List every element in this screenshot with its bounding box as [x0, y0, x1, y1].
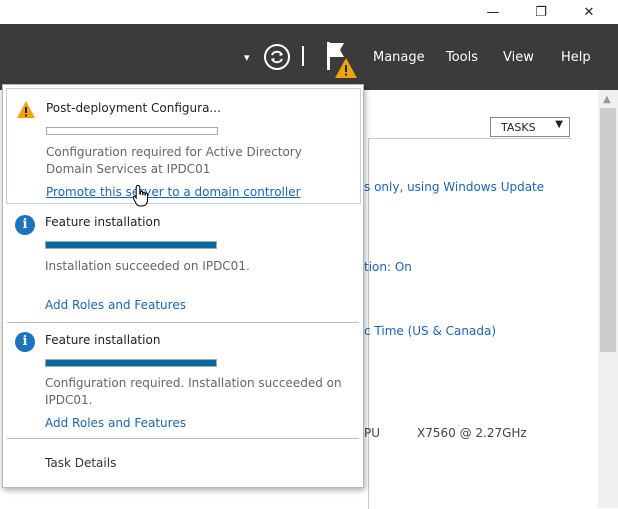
- add-roles-features-link[interactable]: Add Roles and Features: [45, 298, 186, 312]
- toolbar-divider: [302, 46, 304, 66]
- hand-cursor-icon: [132, 184, 148, 207]
- notification-post-deployment: Post-deployment Configura... Configurati…: [6, 88, 361, 204]
- menu-manage[interactable]: Manage: [373, 50, 425, 65]
- notification-description: Configuration required. Installation suc…: [45, 376, 342, 407]
- minimize-button[interactable]: —: [470, 0, 516, 24]
- promote-domain-controller-link[interactable]: Promote this server to a domain controll…: [46, 185, 301, 199]
- task-details-link[interactable]: Task Details: [45, 456, 116, 470]
- dropdown-arrow-icon[interactable]: ▾: [244, 51, 250, 64]
- notification-title: Post-deployment Configura...: [46, 101, 221, 115]
- vertical-scrollbar[interactable]: ▲: [598, 90, 618, 508]
- notification-title: Feature installation: [45, 215, 161, 229]
- warning-icon: [17, 101, 35, 118]
- processor-value: X7560 @ 2.27GHz: [417, 426, 527, 440]
- divider: [7, 322, 359, 323]
- info-icon: i: [15, 215, 35, 235]
- menu-view[interactable]: View: [503, 50, 534, 65]
- divider: [7, 438, 359, 439]
- scrollbar-thumb[interactable]: [600, 108, 616, 352]
- info-icon: i: [15, 332, 35, 352]
- progress-bar: [45, 359, 217, 367]
- time-zone-link[interactable]: c Time (US & Canada): [364, 324, 496, 338]
- tasks-dropdown[interactable]: TASKS ▼: [490, 117, 570, 137]
- chevron-down-icon: ▼: [555, 119, 563, 130]
- flag-warning-icon[interactable]: [322, 40, 360, 80]
- window-title-bar: — ❐ ✕: [0, 0, 618, 24]
- configuration-on-link[interactable]: tion: On: [364, 260, 412, 274]
- add-roles-features-link[interactable]: Add Roles and Features: [45, 416, 186, 430]
- refresh-icon[interactable]: [262, 42, 292, 72]
- tasks-label: TASKS: [501, 120, 536, 134]
- processor-label: PU: [364, 426, 381, 440]
- notification-title: Feature installation: [45, 333, 161, 347]
- scroll-up-icon[interactable]: ▲: [603, 94, 611, 105]
- notification-description: Installation succeeded on IPDC01.: [45, 259, 250, 273]
- menu-tools[interactable]: Tools: [446, 50, 478, 65]
- windows-update-link[interactable]: s only, using Windows Update: [364, 180, 544, 194]
- notifications-popup: Post-deployment Configura... Configurati…: [2, 84, 364, 488]
- progress-bar: [45, 241, 217, 249]
- restore-button[interactable]: ❐: [518, 0, 564, 24]
- progress-fill: [46, 242, 216, 248]
- close-button[interactable]: ✕: [566, 0, 612, 24]
- notification-description: Configuration required for Active Direct…: [46, 145, 302, 176]
- menu-help[interactable]: Help: [561, 50, 591, 65]
- progress-bar: [46, 127, 218, 135]
- progress-fill: [46, 360, 216, 366]
